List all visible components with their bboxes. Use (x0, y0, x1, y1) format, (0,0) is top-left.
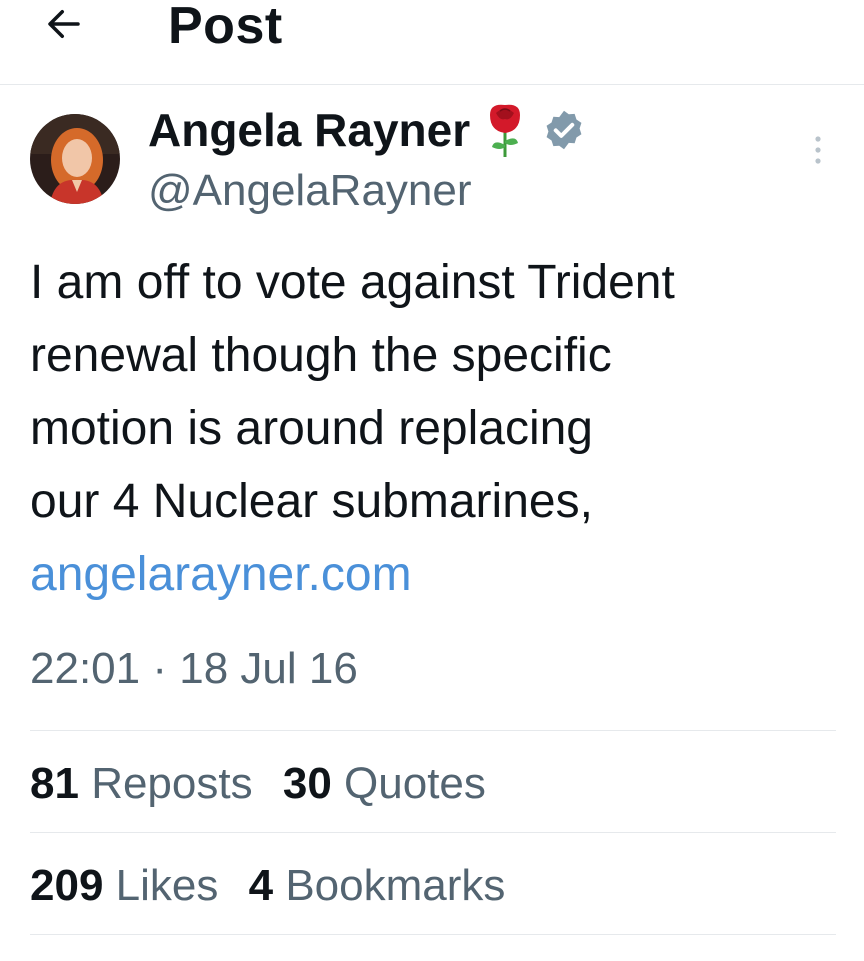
bookmarks-label: Bookmarks (285, 861, 506, 910)
display-name[interactable]: Angela Rayner (148, 102, 470, 158)
likes-label: Likes (115, 861, 219, 910)
timestamp-separator: · (152, 644, 167, 693)
rose-icon (484, 101, 526, 159)
stats-row-reposts-quotes: 81 Reposts 30 Quotes (30, 754, 486, 814)
post-text: I am off to vote against Trident renewal… (30, 246, 830, 538)
divider (30, 730, 836, 731)
post-date[interactable]: 18 Jul 16 (179, 644, 358, 693)
post-text-line: motion is around replacing (30, 402, 593, 455)
divider (30, 832, 836, 833)
arrow-left-icon (48, 10, 80, 38)
post-time[interactable]: 22:01 (30, 644, 140, 693)
reposts-stat[interactable]: 81 Reposts (30, 754, 253, 814)
post-timestamp: 22:01 · 18 Jul 16 (30, 636, 358, 702)
post-text-line: I am off to vote against Trident (30, 256, 675, 309)
more-options-button[interactable] (808, 130, 828, 170)
stats-row-likes-bookmarks: 209 Likes 4 Bookmarks (30, 856, 505, 916)
avatar[interactable] (30, 114, 120, 204)
quotes-count: 30 (282, 759, 332, 808)
post-text-line: our 4 Nuclear submarines, (30, 475, 593, 528)
post-text-line: renewal though the specific (30, 329, 612, 382)
divider (30, 934, 836, 935)
more-vertical-icon (815, 136, 821, 164)
reposts-label: Reposts (91, 759, 253, 808)
top-bar: Post (0, 0, 864, 85)
quotes-label: Quotes (344, 759, 486, 808)
post-link[interactable]: angelarayner.com (30, 538, 412, 611)
quotes-stat[interactable]: 30 Quotes (283, 754, 486, 814)
bookmarks-count: 4 (248, 861, 274, 910)
author-handle[interactable]: @AngelaRayner (148, 164, 472, 218)
verified-badge-icon (542, 108, 586, 152)
likes-stat[interactable]: 209 Likes (30, 856, 218, 916)
likes-count: 209 (30, 861, 104, 910)
bookmarks-stat[interactable]: 4 Bookmarks (249, 856, 506, 916)
page-title: Post (168, 0, 283, 55)
reposts-count: 81 (30, 759, 79, 808)
back-button[interactable] (40, 0, 88, 48)
author-name-row: Angela Rayner (148, 100, 586, 160)
